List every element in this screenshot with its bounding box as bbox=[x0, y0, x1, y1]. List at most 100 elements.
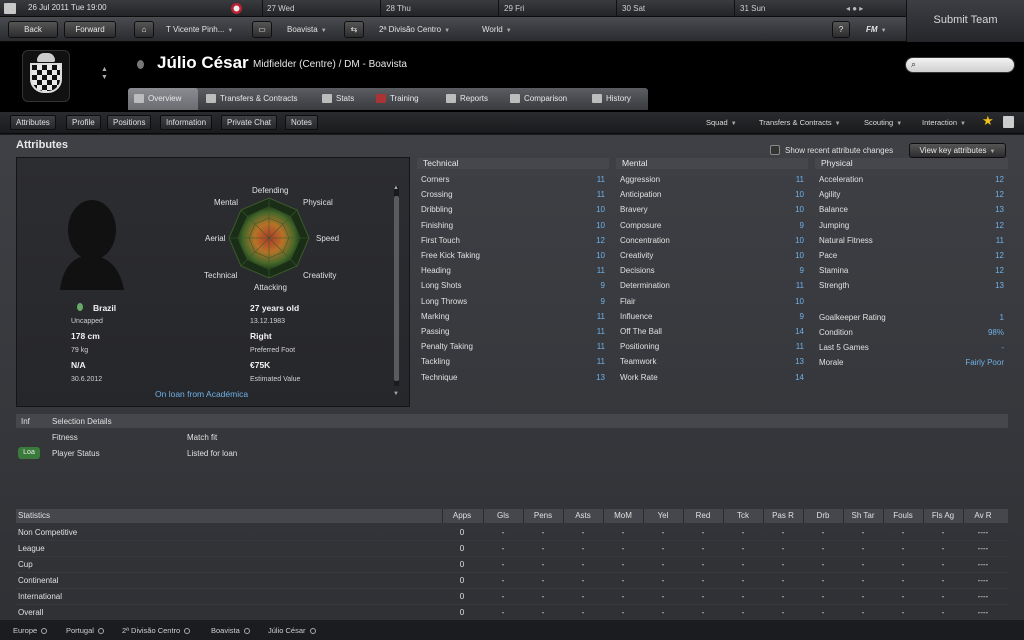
attribute-row[interactable]: Tackling 11 bbox=[417, 354, 609, 369]
stats-column-header[interactable]: Av R bbox=[963, 511, 1003, 520]
stats-column-header[interactable]: Drb bbox=[803, 511, 843, 520]
attribute-row[interactable]: Balance 13 bbox=[815, 202, 1008, 217]
interaction-menu[interactable]: Interaction ▼ bbox=[922, 118, 966, 127]
breadcrumb-item[interactable]: Europe bbox=[13, 626, 48, 635]
player-switch-icon[interactable]: ▲ ▼ bbox=[101, 66, 108, 82]
subtab-profile[interactable]: Profile bbox=[66, 115, 101, 130]
forward-button[interactable]: Forward bbox=[64, 21, 116, 38]
breadcrumb-item[interactable]: Portugal bbox=[66, 626, 104, 635]
subtab-information[interactable]: Information bbox=[160, 115, 213, 130]
subtab-positions[interactable]: Positions bbox=[107, 115, 152, 130]
stats-column-header[interactable]: Gls bbox=[483, 511, 523, 520]
nationality[interactable]: Brazil bbox=[93, 303, 116, 313]
recent-changes-checkbox[interactable] bbox=[770, 145, 780, 155]
manager-menu[interactable]: T Vicente Pinh... ▼ bbox=[166, 17, 233, 44]
attribute-row[interactable]: Acceleration 12 bbox=[815, 172, 1008, 187]
attribute-row[interactable]: Anticipation 10 bbox=[616, 187, 808, 202]
tab-transfers[interactable]: Transfers & Contracts bbox=[206, 88, 298, 110]
attribute-row[interactable]: Passing 11 bbox=[417, 324, 609, 339]
division-menu[interactable]: 2ª Divisão Centro ▼ bbox=[379, 17, 450, 44]
attribute-row[interactable]: First Touch 12 bbox=[417, 233, 609, 248]
notes-icon[interactable] bbox=[1003, 116, 1014, 128]
help-button[interactable]: ? bbox=[832, 21, 850, 38]
breadcrumb-item[interactable]: 2ª Divisão Centro bbox=[122, 626, 191, 635]
subtab-notes[interactable]: Notes bbox=[285, 115, 318, 130]
attribute-row[interactable]: Bravery 10 bbox=[616, 202, 808, 217]
attribute-row[interactable]: Long Shots 9 bbox=[417, 278, 609, 293]
attribute-row[interactable]: Last 5 Games - bbox=[815, 340, 1008, 355]
stats-column-header[interactable]: Sh Tar bbox=[843, 511, 883, 520]
back-button[interactable]: Back bbox=[8, 21, 58, 38]
squad-menu[interactable]: Squad ▼ bbox=[706, 118, 737, 127]
stats-column-header[interactable]: Red bbox=[683, 511, 723, 520]
tab-history[interactable]: History bbox=[592, 88, 631, 110]
attribute-row[interactable]: Aggression 11 bbox=[616, 172, 808, 187]
attribute-row[interactable]: Dribbling 10 bbox=[417, 202, 609, 217]
scouting-menu[interactable]: Scouting ▼ bbox=[864, 118, 902, 127]
attribute-row[interactable]: Positioning 11 bbox=[616, 339, 808, 354]
submit-team-button[interactable]: Submit Team bbox=[906, 0, 1024, 42]
view-key-attributes-button[interactable]: View key attributes ▼ bbox=[909, 143, 1006, 158]
attribute-row[interactable]: Penalty Taking 11 bbox=[417, 339, 609, 354]
attribute-row[interactable]: Technique 13 bbox=[417, 370, 609, 385]
attribute-row[interactable]: Finishing 10 bbox=[417, 218, 609, 233]
calendar-icon[interactable] bbox=[4, 3, 16, 14]
club-bus-icon[interactable]: ▭ bbox=[252, 21, 272, 38]
loan-link[interactable]: On loan from Académica bbox=[155, 389, 248, 399]
attribute-row[interactable]: Long Throws 9 bbox=[417, 294, 609, 309]
attribute-row[interactable]: Condition 98% bbox=[815, 325, 1008, 340]
attribute-row[interactable]: Creativity 10 bbox=[616, 248, 808, 263]
club-menu[interactable]: Boavista ▼ bbox=[287, 17, 327, 44]
attribute-row[interactable]: Strength 13 bbox=[815, 278, 1008, 293]
calendar-controls[interactable]: ◂ ● ▸ bbox=[846, 4, 863, 13]
attribute-row[interactable]: Pace 12 bbox=[815, 248, 1008, 263]
breadcrumb-item[interactable]: Júlio César bbox=[268, 626, 316, 635]
stats-column-header[interactable]: Fouls bbox=[883, 511, 923, 520]
attribute-row[interactable]: Concentration 10 bbox=[616, 233, 808, 248]
subtab-private-chat[interactable]: Private Chat bbox=[221, 115, 278, 130]
stats-column-header[interactable]: Pas R bbox=[763, 511, 803, 520]
attribute-row[interactable]: Morale Fairly Poor bbox=[815, 355, 1008, 370]
calendar-day[interactable]: 29 Fri bbox=[504, 4, 524, 13]
transfers-menu[interactable]: Transfers & Contracts ▼ bbox=[759, 118, 841, 127]
stats-column-header[interactable]: Fls Ag bbox=[923, 511, 963, 520]
attribute-row[interactable]: Decisions 9 bbox=[616, 263, 808, 278]
attribute-row[interactable]: Work Rate 14 bbox=[616, 370, 808, 385]
attribute-row[interactable]: Natural Fitness 11 bbox=[815, 233, 1008, 248]
attribute-row[interactable]: Teamwork 13 bbox=[616, 354, 808, 369]
calendar-day[interactable]: 27 Wed bbox=[267, 4, 294, 13]
stats-column-header[interactable]: Pens bbox=[523, 511, 563, 520]
stats-column-header[interactable]: MoM bbox=[603, 511, 643, 520]
stats-column-header[interactable]: Yel bbox=[643, 511, 683, 520]
fm-menu[interactable]: FM ▼ bbox=[866, 17, 887, 44]
attribute-row[interactable]: Free Kick Taking 10 bbox=[417, 248, 609, 263]
tab-reports[interactable]: Reports bbox=[446, 88, 488, 110]
attribute-row[interactable]: Off The Ball 14 bbox=[616, 324, 808, 339]
attribute-row[interactable]: Influence 9 bbox=[616, 309, 808, 324]
attribute-row[interactable]: Agility 12 bbox=[815, 187, 1008, 202]
stats-column-header[interactable]: Asts bbox=[563, 511, 603, 520]
breadcrumb-item[interactable]: Boavista bbox=[211, 626, 250, 635]
home-icon[interactable]: ⌂ bbox=[134, 21, 154, 38]
attribute-row[interactable]: Flair 10 bbox=[616, 294, 808, 309]
attribute-row[interactable]: Jumping 12 bbox=[815, 218, 1008, 233]
scroll-up-icon[interactable]: ▲ bbox=[393, 185, 399, 191]
attribute-row[interactable]: Heading 11 bbox=[417, 263, 609, 278]
stats-column-header[interactable]: Apps bbox=[442, 511, 482, 520]
stats-column-header[interactable]: Tck bbox=[723, 511, 763, 520]
calendar-day[interactable]: 30 Sat bbox=[622, 4, 645, 13]
world-menu[interactable]: World ▼ bbox=[482, 17, 512, 44]
attribute-row[interactable]: Goalkeeper Rating 1 bbox=[815, 310, 1008, 325]
tab-stats[interactable]: Stats bbox=[322, 88, 354, 110]
attribute-row[interactable]: Determination 11 bbox=[616, 278, 808, 293]
calendar-day[interactable]: 31 Sun bbox=[740, 4, 765, 13]
search-input[interactable] bbox=[905, 57, 1015, 73]
swap-icon[interactable]: ⇆ bbox=[344, 21, 364, 38]
scrollbar-thumb[interactable] bbox=[394, 196, 399, 381]
attribute-row[interactable]: Stamina 12 bbox=[815, 263, 1008, 278]
attribute-row[interactable]: Composure 9 bbox=[616, 218, 808, 233]
calendar-day[interactable]: 28 Thu bbox=[386, 4, 411, 13]
attribute-row[interactable]: Marking 11 bbox=[417, 309, 609, 324]
star-icon[interactable]: ★ bbox=[982, 113, 994, 129]
attribute-row[interactable]: Crossing 11 bbox=[417, 187, 609, 202]
